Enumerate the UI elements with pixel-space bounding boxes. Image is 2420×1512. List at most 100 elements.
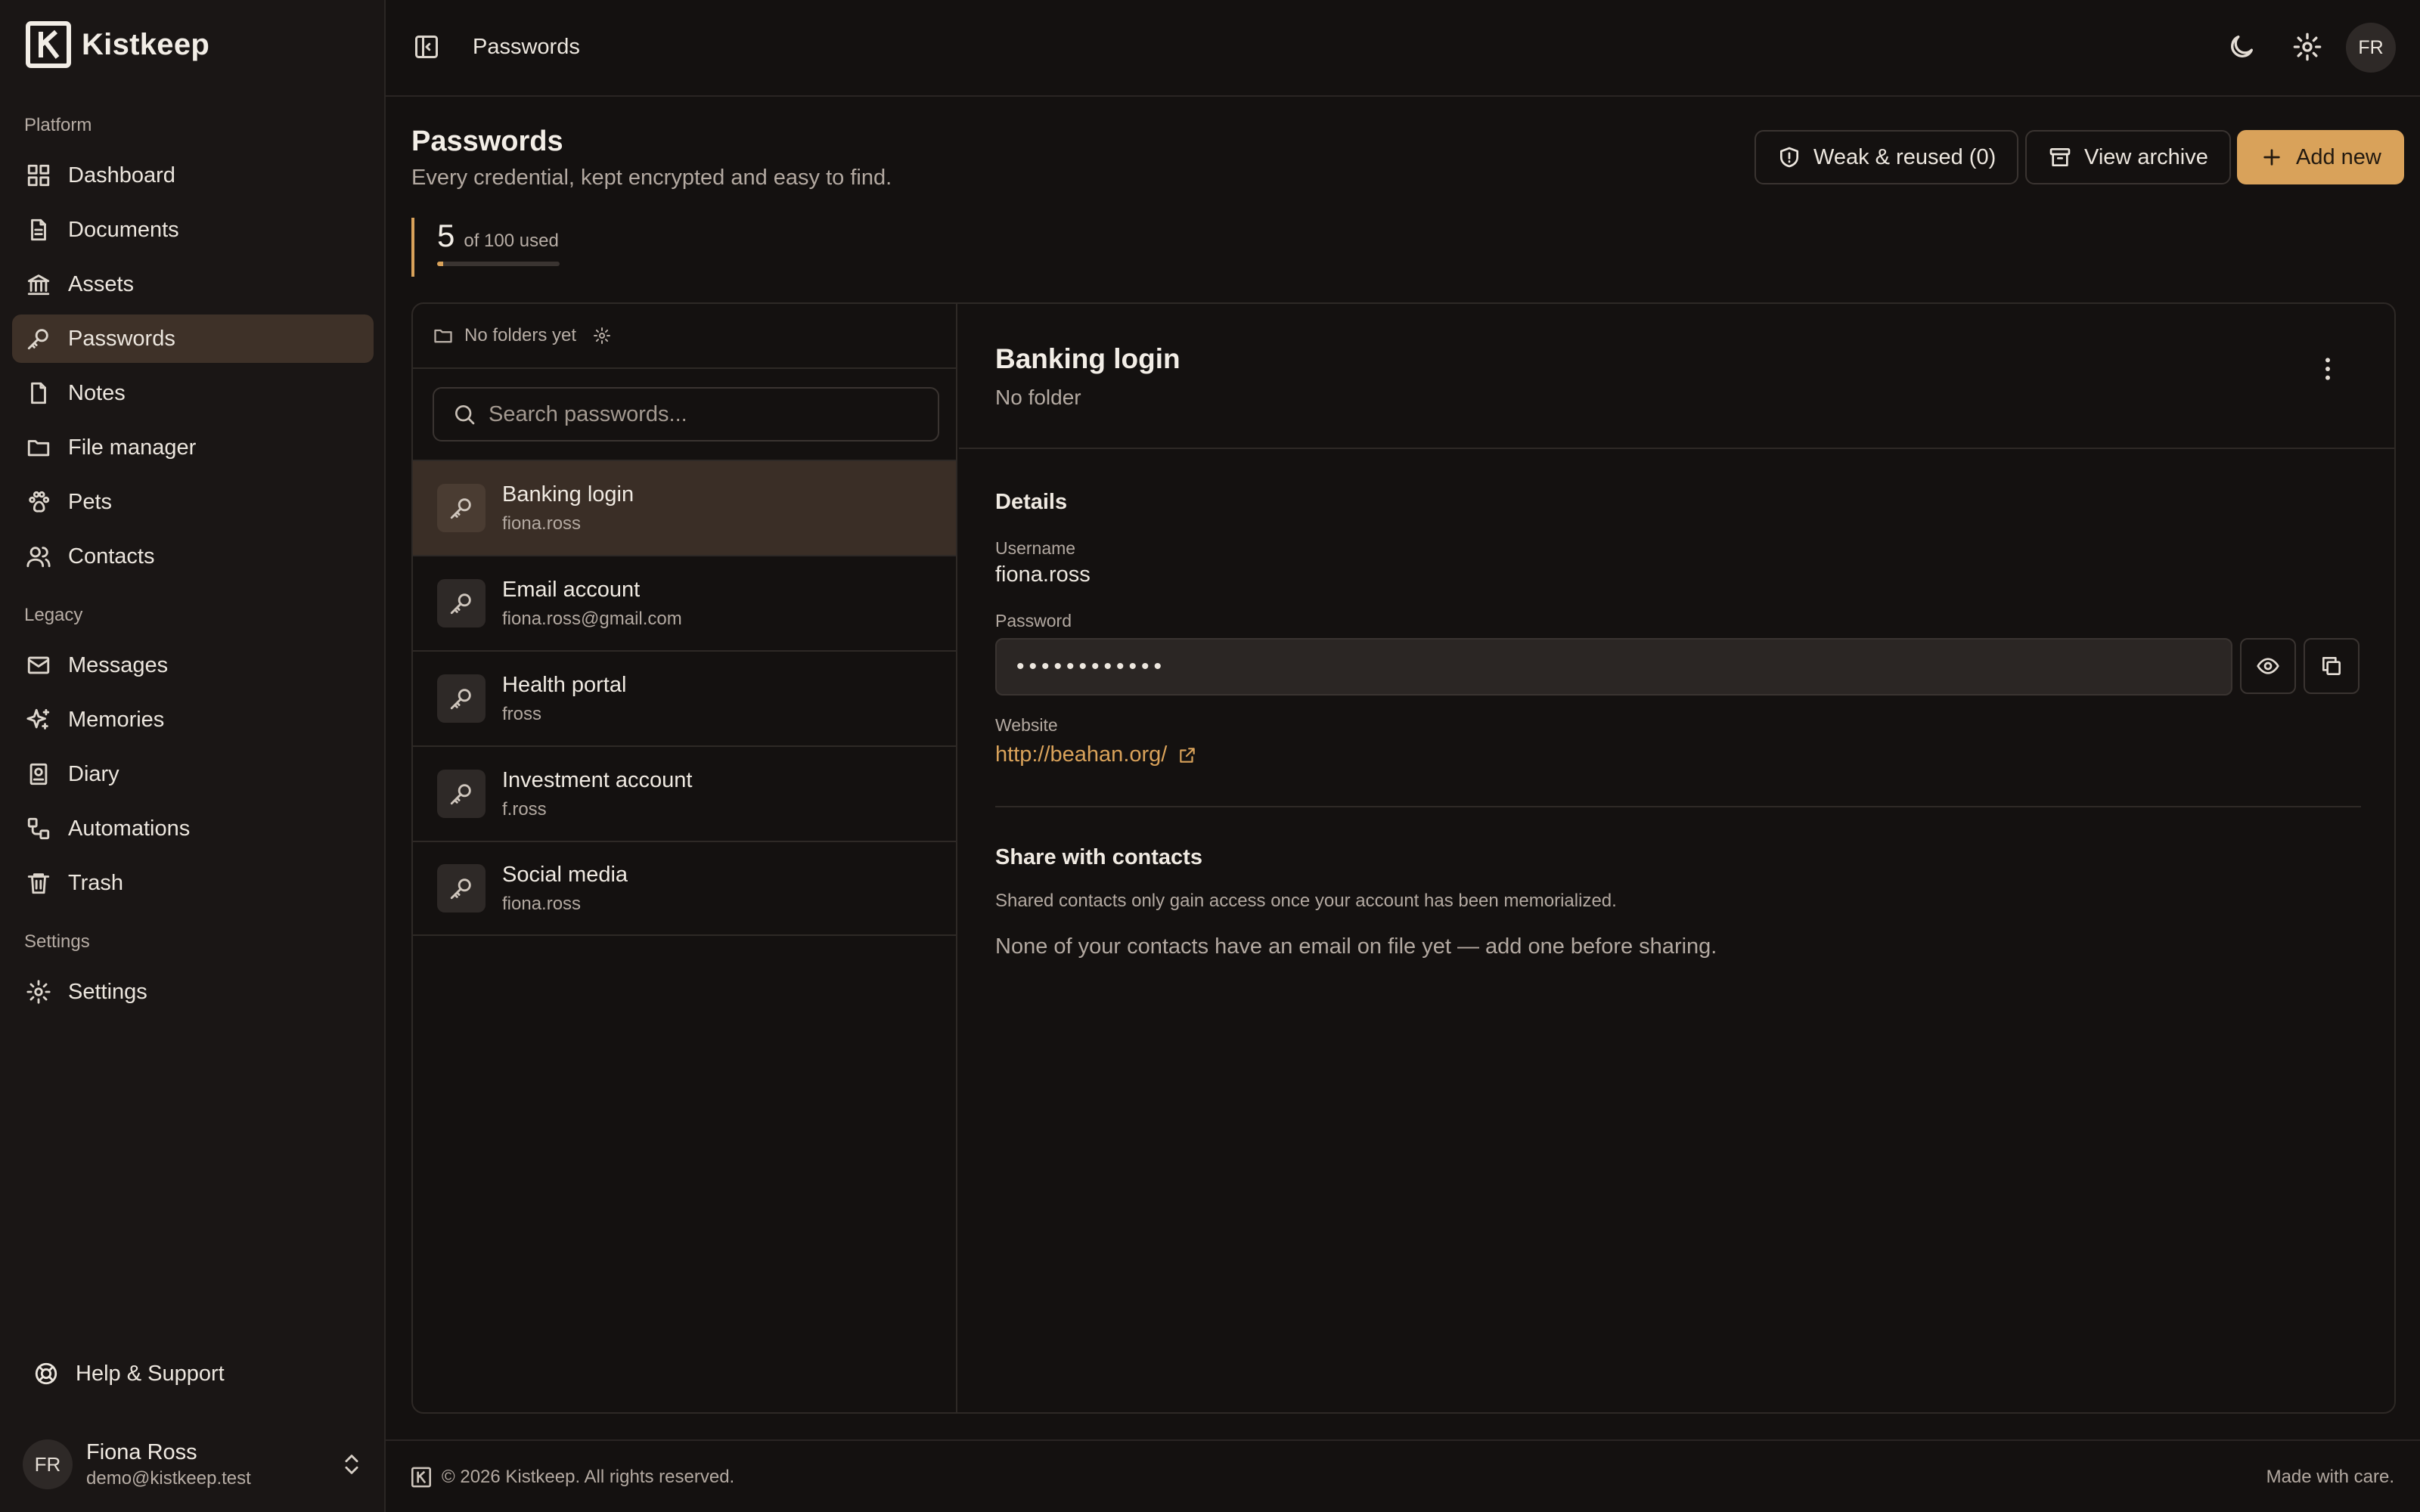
sidebar-toggle-icon[interactable] xyxy=(413,33,440,60)
diary-icon xyxy=(29,763,48,785)
folder-bar: No folders yet xyxy=(413,304,956,369)
share-heading: Share with contacts xyxy=(995,845,1202,869)
users-icon xyxy=(26,547,51,568)
nav-item-file-manager[interactable]: File manager xyxy=(12,423,374,472)
user-email: demo@kistkeep.test xyxy=(86,1467,251,1489)
view-archive-label: View archive xyxy=(2084,144,2208,169)
document-icon xyxy=(31,218,46,241)
nav-label: Contacts xyxy=(68,544,155,569)
reveal-password-button[interactable] xyxy=(2240,638,2296,694)
nav-item-notes[interactable]: Notes xyxy=(12,369,374,417)
nav-label: Assets xyxy=(68,271,135,296)
view-archive-button[interactable]: View archive xyxy=(2025,130,2231,184)
password-item-username: fiona.ross@gmail.com xyxy=(502,608,682,629)
password-label: Password xyxy=(995,611,1072,631)
password-item-banking-login[interactable]: Banking login fiona.ross xyxy=(413,460,956,555)
nav-item-documents[interactable]: Documents xyxy=(12,206,374,254)
nav-item-contacts[interactable]: Contacts xyxy=(12,532,374,581)
note-icon xyxy=(31,382,46,404)
password-item-social-media[interactable]: Social media fiona.ross xyxy=(413,841,956,936)
settings-gear-icon[interactable] xyxy=(2292,32,2322,62)
nav-item-dashboard[interactable]: Dashboard xyxy=(12,151,374,200)
password-list: Banking login fiona.ross Email account fio… xyxy=(413,460,956,936)
copy-icon xyxy=(2322,657,2341,675)
password-list-column: No folders yet Banking login fiona.ross E… xyxy=(413,304,957,1412)
password-item-username: fross xyxy=(502,703,542,724)
footer-tagline: Made with care. xyxy=(2266,1467,2394,1487)
username-value: fiona.ross xyxy=(995,562,1091,587)
password-item-icon xyxy=(437,864,486,912)
user-menu[interactable]: FR Fiona Ross demo@kistkeep.test xyxy=(23,1436,371,1492)
password-item-name: Banking login xyxy=(502,482,634,507)
folder-settings-gear-icon[interactable] xyxy=(593,327,611,345)
bank-icon xyxy=(27,274,50,296)
folder-icon xyxy=(434,329,452,343)
add-new-button[interactable]: Add new xyxy=(2237,130,2404,184)
key-icon xyxy=(450,878,471,900)
password-item-name: Health portal xyxy=(502,672,627,697)
usage-meter: 5 of 100 used xyxy=(411,218,560,277)
password-item-name: Investment account xyxy=(502,767,693,792)
moon-icon[interactable] xyxy=(2226,32,2257,62)
search-box[interactable] xyxy=(433,387,939,442)
detail-title: Banking login xyxy=(995,343,1181,374)
nav-item-messages[interactable]: Messages xyxy=(12,641,374,689)
detail-header: Banking login No folder xyxy=(959,304,2394,449)
nav-item-automations[interactable]: Automations xyxy=(12,804,374,853)
website-url: http://beahan.org/ xyxy=(995,742,1168,767)
password-item-name: Email account xyxy=(502,577,641,602)
nav-section-settings: Settings xyxy=(24,931,90,952)
key-icon xyxy=(450,784,471,805)
kistkeep-small-logo-icon xyxy=(411,1467,431,1488)
usage-count: 5 xyxy=(437,218,455,253)
sidebar: Kistkeep Platform Dashboard Documents As… xyxy=(0,0,386,1512)
folder-icon xyxy=(27,440,50,457)
weak-reused-label: Weak & reused (0) xyxy=(1813,144,1996,169)
password-item-username: f.ross xyxy=(502,798,547,820)
nav-item-memories[interactable]: Memories xyxy=(12,696,374,744)
password-item-name: Social media xyxy=(502,862,628,887)
password-field[interactable]: •••••••••••• xyxy=(995,638,2232,696)
weak-reused-button[interactable]: Weak & reused (0) xyxy=(1754,130,2019,184)
brand-name: Kistkeep xyxy=(82,27,210,61)
more-vertical-icon[interactable] xyxy=(2313,354,2343,384)
chevrons-up-down-icon xyxy=(345,1455,358,1474)
password-item-email-account[interactable]: Email account fiona.ross@gmail.com xyxy=(413,555,956,650)
password-item-investment-account[interactable]: Investment account f.ross xyxy=(413,745,956,841)
divider xyxy=(995,806,2361,807)
nav-label: Automations xyxy=(68,816,191,841)
share-empty-message: None of your contacts have an email on f… xyxy=(995,934,1717,959)
password-item-health-portal[interactable]: Health portal fross xyxy=(413,650,956,745)
key-icon xyxy=(450,593,471,615)
nav-label: Trash xyxy=(68,870,124,895)
password-detail: Banking login No folder Details Username… xyxy=(959,304,2394,1412)
nav-label: Dashboard xyxy=(68,163,175,187)
user-avatar: FR xyxy=(23,1439,73,1489)
nav-section-platform: Platform xyxy=(24,115,92,135)
eye-icon xyxy=(2257,658,2279,674)
brand[interactable]: Kistkeep xyxy=(26,21,209,68)
copy-password-button[interactable] xyxy=(2304,638,2360,694)
help-support-link[interactable]: Help & Support xyxy=(33,1361,225,1387)
nav-label: File manager xyxy=(68,435,197,460)
password-item-username: fiona.ross xyxy=(502,513,582,534)
nav-label: Diary xyxy=(68,761,119,786)
nav-item-assets[interactable]: Assets xyxy=(12,260,374,308)
paw-icon xyxy=(29,491,50,513)
help-support-label: Help & Support xyxy=(76,1361,225,1386)
share-note: Shared contacts only gain access once yo… xyxy=(995,891,1617,911)
password-item-icon xyxy=(437,674,486,723)
website-link[interactable]: http://beahan.org/ xyxy=(995,742,1197,767)
search-input[interactable] xyxy=(489,401,927,427)
user-name: Fiona Ross xyxy=(86,1439,197,1464)
nav-item-pets[interactable]: Pets xyxy=(12,478,374,526)
topbar-title: Passwords xyxy=(473,35,580,59)
search-icon xyxy=(455,405,475,425)
mail-icon xyxy=(27,656,50,674)
topbar-avatar[interactable]: FR xyxy=(2346,23,2396,73)
nav-item-passwords[interactable]: Passwords xyxy=(12,314,374,363)
nav-item-trash[interactable]: Trash xyxy=(12,859,374,907)
passwords-panel: No folders yet Banking login fiona.ross E… xyxy=(411,302,2396,1414)
nav-item-diary[interactable]: Diary xyxy=(12,750,374,798)
nav-item-settings[interactable]: Settings xyxy=(12,968,374,1016)
